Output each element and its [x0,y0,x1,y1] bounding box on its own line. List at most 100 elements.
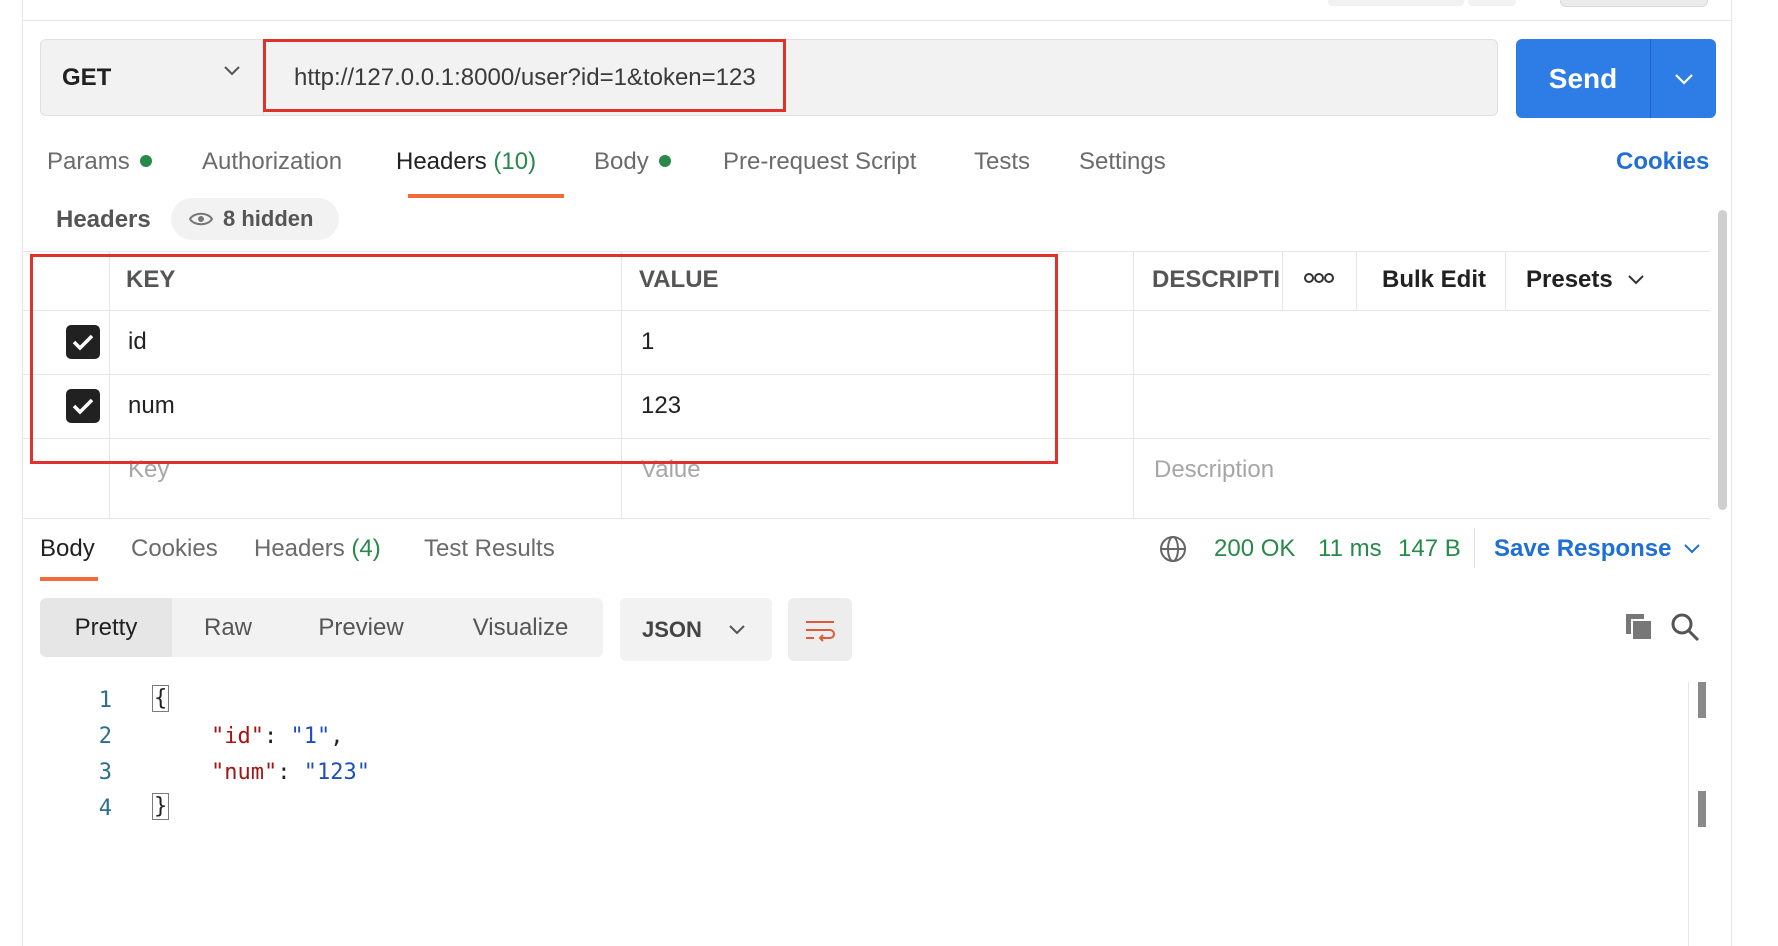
header-value-cell[interactable]: 123 [641,392,681,420]
code-line-close-brace: } [152,793,170,820]
eye-icon [189,212,213,226]
view-mode-preview[interactable]: Preview [284,598,438,657]
column-header-key: KEY [126,266,176,293]
search-icon[interactable] [1670,612,1700,647]
tab-label: Authorization [202,148,343,175]
response-tab-headers[interactable]: Headers (4) [254,535,381,563]
top-toolbar-stub [1328,0,1464,6]
view-mode-selector: Pretty Raw Preview Visualize [40,598,603,657]
response-tab-test-results[interactable]: Test Results [424,535,555,563]
tab-count: (4) [351,535,381,562]
hidden-count-label: 8 hidden [223,206,314,231]
wrap-lines-button[interactable] [788,598,852,661]
view-mode-visualize[interactable]: Visualize [438,598,603,657]
close-brace: } [152,793,170,820]
presets-dropdown[interactable]: Presets [1526,266,1645,294]
status-divider [1474,528,1475,568]
tab-label: Headers [396,148,487,175]
method-select[interactable]: GET [40,39,264,116]
response-status[interactable]: 200 OK [1214,535,1295,563]
view-mode-raw[interactable]: Raw [172,598,284,657]
right-border [1731,0,1732,946]
cookies-link[interactable]: Cookies [1616,148,1709,176]
send-label: Send [1516,39,1651,118]
json-separator: : [277,760,304,785]
save-response-label: Save Response [1494,535,1672,562]
line-number: 3 [98,760,112,785]
tab-params[interactable]: Params [47,148,152,176]
format-value: JSON [642,616,702,642]
top-toolbar-stub [1468,0,1516,6]
chevron-down-icon [729,624,745,634]
search-glyph [1671,613,1700,642]
format-select[interactable]: JSON [620,598,772,661]
hidden-headers-toggle[interactable]: 8 hidden [171,198,339,240]
chevron-down-icon [1684,544,1701,554]
response-tab-body[interactable]: Body [40,535,95,563]
chevron-down-icon [1628,275,1644,285]
url-text: http://127.0.0.1:8000/user?id=1&token=12… [294,63,756,91]
response-tab-cookies[interactable]: Cookies [131,535,218,563]
params-indicator-dot [139,154,152,167]
line-number: 4 [98,796,112,821]
code-line-open-brace: { [152,685,170,712]
new-description-input[interactable]: Description [1154,456,1274,484]
wrap-lines-icon [806,620,835,642]
send-button[interactable]: Send [1516,39,1716,118]
send-options-dropdown[interactable] [1651,39,1716,118]
header-row-checkbox[interactable] [66,325,100,359]
view-mode-pretty[interactable]: Pretty [40,598,172,657]
tab-label: Pre-request Script [723,148,917,175]
code-scroll-marker[interactable] [1698,682,1706,718]
row-divider [22,310,1710,311]
column-header-value: VALUE [639,266,719,293]
tab-tests[interactable]: Tests [974,148,1030,176]
col-divider [621,252,622,518]
code-scroll-track [1688,682,1689,946]
row-divider [22,374,1710,375]
header-key-cell[interactable]: num [128,392,175,420]
tab-headers[interactable]: Headers (10) [396,148,536,176]
headers-table: KEY VALUE DESCRIPTIC Bulk Edit Presets i… [22,251,1710,519]
presets-label: Presets [1526,266,1613,293]
tab-label: Settings [1079,148,1166,175]
checkmark-icon [72,334,94,351]
response-time[interactable]: 11 ms [1318,535,1382,563]
new-value-input[interactable]: Value [641,456,701,484]
tab-body[interactable]: Body [594,148,671,176]
tab-settings[interactable]: Settings [1079,148,1166,176]
open-brace: { [152,685,170,712]
globe-icon[interactable] [1158,534,1188,569]
header-value-cell[interactable]: 1 [641,328,654,356]
col-divider [1282,252,1283,310]
ellipsis-icon [1304,273,1334,283]
active-response-tab-indicator [40,577,98,581]
json-key: "num" [211,760,278,785]
header-row-checkbox[interactable] [66,389,100,423]
save-response-button[interactable]: Save Response [1494,535,1701,563]
line-number: 2 [98,724,112,749]
active-tab-indicator [408,194,564,198]
chevron-down-icon [1674,73,1693,85]
copy-icon[interactable] [1624,612,1654,647]
url-input[interactable]: http://127.0.0.1:8000/user?id=1&token=12… [272,41,806,114]
header-key-cell[interactable]: id [128,328,147,356]
method-value: GET [62,63,112,91]
tab-authorization[interactable]: Authorization [202,148,342,176]
response-size[interactable]: 147 B [1398,535,1461,563]
code-line: "id": "1", [211,724,343,749]
copy-glyph [1626,614,1653,641]
tab-label: Tests [974,148,1031,175]
col-divider [1133,252,1134,518]
code-scroll-marker[interactable] [1698,791,1706,827]
new-key-input[interactable]: Key [128,456,169,484]
row-divider [22,438,1710,439]
headers-scrollbar[interactable] [1718,210,1727,510]
tab-label: Params [47,148,130,175]
more-options-icon[interactable] [1304,264,1334,292]
top-toolbar-stub [1560,0,1708,7]
bulk-edit-button[interactable]: Bulk Edit [1382,266,1486,294]
body-indicator-dot [658,154,671,167]
tab-label: Body [594,148,649,175]
tab-pre-request-script[interactable]: Pre-request Script [723,148,916,176]
